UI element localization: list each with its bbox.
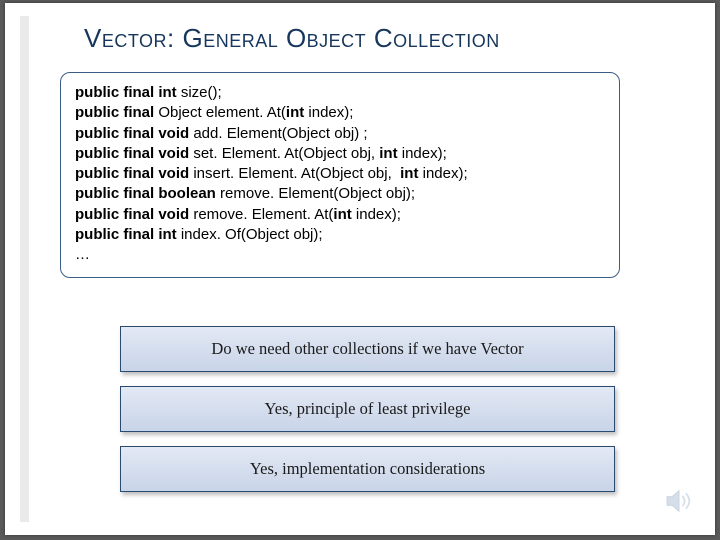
left-accent-rail xyxy=(20,16,29,522)
code-line: public final int size(); xyxy=(75,83,605,103)
slide-content: Vector: General Object Collection public… xyxy=(60,23,690,520)
code-line: public final Object element. At(int inde… xyxy=(75,103,605,123)
code-box: public final int size();public final Obj… xyxy=(60,72,620,278)
slide-title: Vector: General Object Collection xyxy=(84,23,690,54)
code-line: public final void set. Element. At(Objec… xyxy=(75,144,605,164)
callout-answer-2: Yes, implementation considerations xyxy=(120,446,615,492)
code-line: public final int index. Of(Object obj); xyxy=(75,225,605,245)
callout-stack: Do we need other collections if we have … xyxy=(120,326,615,492)
code-line: public final void add. Element(Object ob… xyxy=(75,124,605,144)
code-line: public final void insert. Element. At(Ob… xyxy=(75,164,605,184)
slide: Vector: General Object Collection public… xyxy=(5,3,715,535)
code-line: public final void remove. Element. At(in… xyxy=(75,205,605,225)
callout-answer-1: Yes, principle of least privilege xyxy=(120,386,615,432)
code-line: public final boolean remove. Element(Obj… xyxy=(75,184,605,204)
code-ellipsis: … xyxy=(75,245,605,265)
speaker-icon xyxy=(665,489,693,513)
callout-question: Do we need other collections if we have … xyxy=(120,326,615,372)
